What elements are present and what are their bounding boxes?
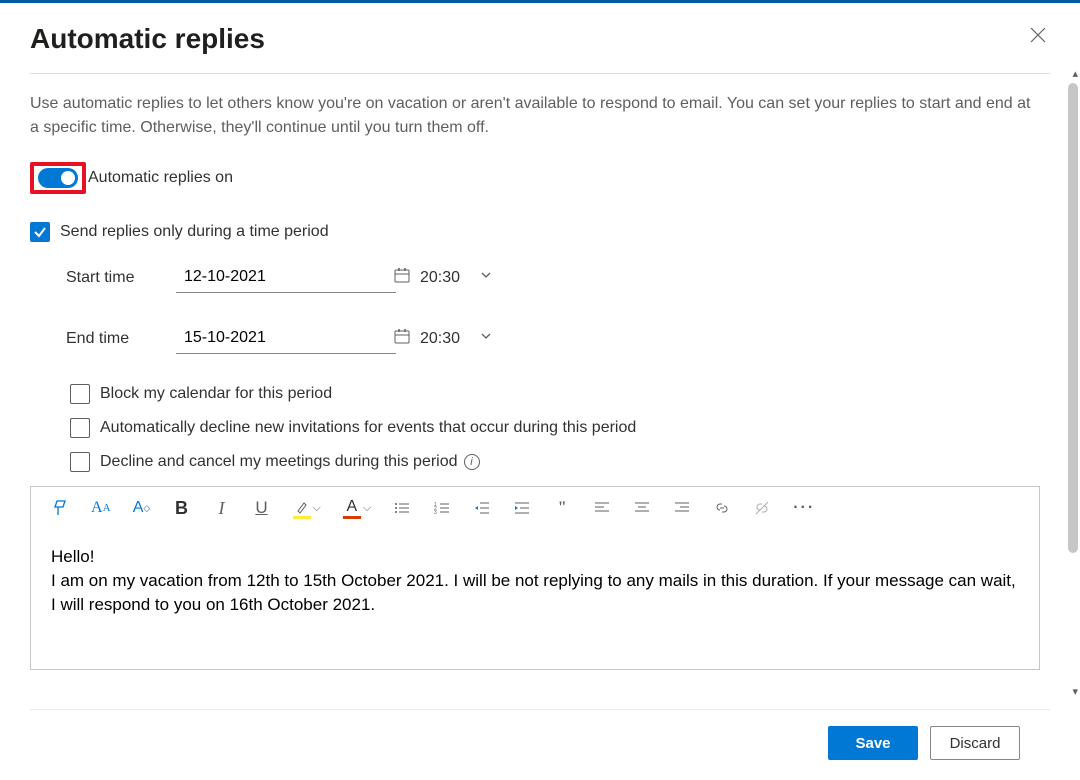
svg-text:3: 3	[434, 510, 437, 516]
bullet-list-icon[interactable]	[393, 497, 411, 519]
start-date-field[interactable]	[176, 262, 396, 293]
outdent-icon[interactable]	[473, 497, 491, 519]
page-title: Automatic replies	[30, 23, 265, 55]
toggle-label: Automatic replies on	[88, 169, 233, 187]
bold-button[interactable]: B	[173, 497, 191, 519]
auto-decline-checkbox[interactable]	[70, 418, 90, 438]
font-family-icon[interactable]: AA	[91, 497, 111, 519]
end-time-value: 20:30	[420, 330, 479, 348]
description-text: Use automatic replies to let others know…	[30, 92, 1040, 140]
start-time-label: Start time	[66, 269, 176, 287]
annotation-highlight	[30, 162, 86, 194]
quote-icon[interactable]: "	[553, 497, 571, 519]
cancel-meetings-checkbox[interactable]	[70, 452, 90, 472]
start-time-value: 20:30	[420, 269, 479, 287]
underline-button[interactable]: U	[253, 497, 271, 519]
end-time-dropdown[interactable]: 20:30	[414, 325, 544, 352]
discard-button[interactable]: Discard	[930, 726, 1020, 760]
align-center-icon[interactable]	[633, 497, 651, 519]
save-button[interactable]: Save	[828, 726, 918, 760]
calendar-icon[interactable]	[393, 327, 411, 349]
format-painter-icon[interactable]	[51, 497, 69, 519]
block-calendar-label: Block my calendar for this period	[100, 385, 332, 403]
info-icon[interactable]: i	[464, 454, 480, 470]
start-date-input[interactable]	[182, 267, 393, 287]
number-list-icon[interactable]: 123	[433, 497, 451, 519]
link-icon[interactable]	[713, 497, 731, 519]
highlight-color-button[interactable]: ⌵	[293, 497, 321, 519]
align-left-icon[interactable]	[593, 497, 611, 519]
start-time-dropdown[interactable]: 20:30	[414, 264, 544, 291]
italic-button[interactable]: I	[213, 497, 231, 519]
scroll-down-icon[interactable]: ▾	[1072, 685, 1078, 698]
time-period-checkbox[interactable]	[30, 222, 50, 242]
more-options-icon[interactable]: ···	[793, 497, 815, 519]
indent-icon[interactable]	[513, 497, 531, 519]
cancel-meetings-label: Decline and cancel my meetings during th…	[100, 453, 458, 471]
editor-toolbar: AA A◇ B I U ⌵ A ⌵ 1	[31, 487, 1039, 529]
scroll-up-icon[interactable]: ▴	[1072, 67, 1078, 80]
calendar-icon[interactable]	[393, 266, 411, 288]
align-right-icon[interactable]	[673, 497, 691, 519]
reply-editor: AA A◇ B I U ⌵ A ⌵ 1	[30, 486, 1040, 670]
automatic-replies-toggle[interactable]	[38, 168, 78, 188]
time-period-label: Send replies only during a time period	[60, 223, 329, 241]
end-date-input[interactable]	[182, 328, 393, 348]
block-calendar-checkbox[interactable]	[70, 384, 90, 404]
font-size-icon[interactable]: A◇	[133, 497, 151, 519]
message-line: Hello!	[51, 545, 1019, 569]
unlink-icon[interactable]	[753, 497, 771, 519]
message-line: I am on my vacation from 12th to 15th Oc…	[51, 569, 1019, 617]
close-icon[interactable]	[1026, 23, 1050, 50]
font-color-button[interactable]: A ⌵	[343, 497, 371, 519]
chevron-down-icon	[479, 268, 538, 287]
end-date-field[interactable]	[176, 323, 396, 354]
auto-decline-label: Automatically decline new invitations fo…	[100, 419, 636, 437]
chevron-down-icon	[479, 329, 538, 348]
editor-textarea[interactable]: Hello! I am on my vacation from 12th to …	[31, 529, 1039, 669]
end-time-label: End time	[66, 330, 176, 348]
scrollbar[interactable]	[1068, 83, 1078, 553]
